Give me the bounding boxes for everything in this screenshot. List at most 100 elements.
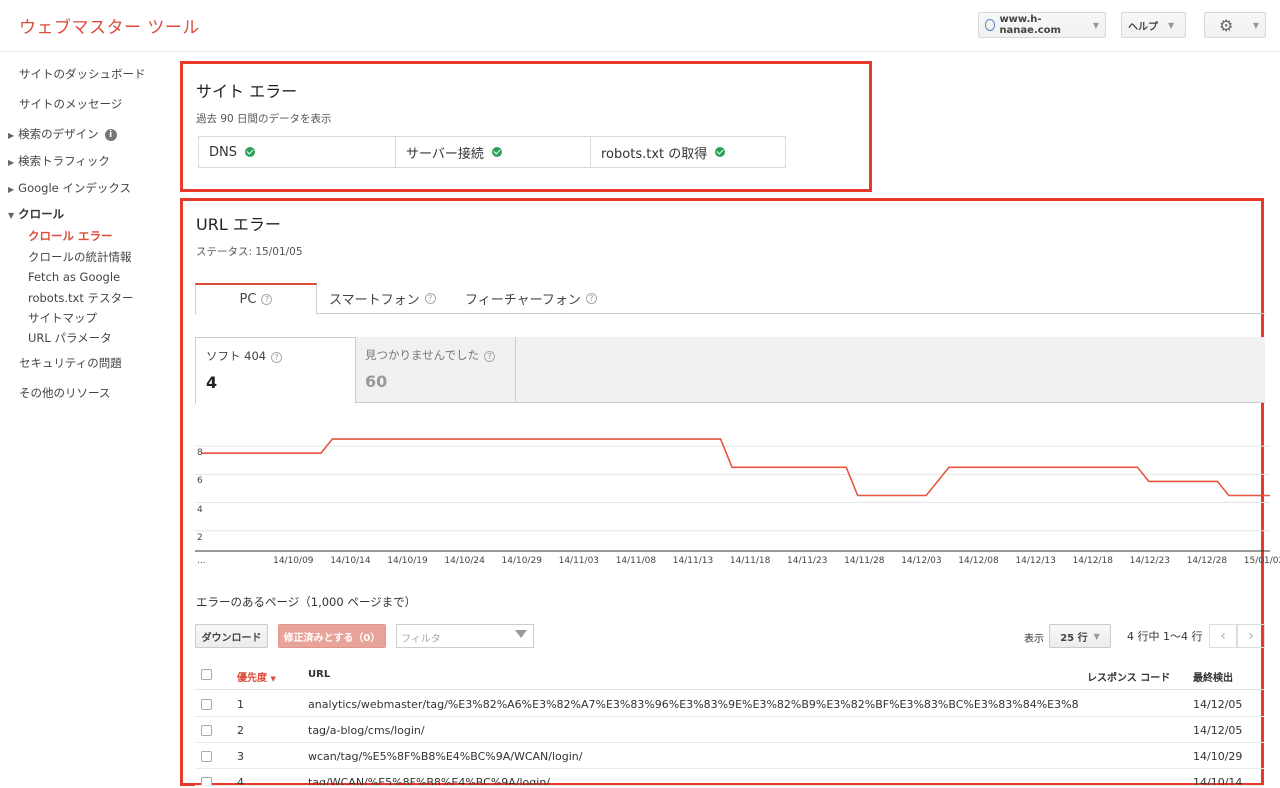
prev-page-button[interactable]: ‹ (1209, 624, 1237, 648)
filter-icon (515, 630, 527, 638)
table-row[interactable]: 1 analytics/webmaster/tag/%E3%82%A6%E3%8… (195, 691, 1265, 717)
row-date: 14/12/05 (1193, 724, 1243, 737)
status-label: robots.txt の取得 (601, 146, 708, 162)
url-errors-status: ステータス: 15/01/05 (196, 246, 303, 258)
top-header: ウェブマスター ツール www.h-nanae.com ▼ ヘルプ ▼ ⚙ ▼ (0, 0, 1280, 52)
help-icon[interactable]: ? (585, 293, 597, 304)
globe-icon (985, 19, 996, 31)
x-tick-label: 14/12/03 (901, 556, 942, 566)
sidebar-item-search-appearance[interactable]: ▶ 検索のデザイン i (8, 126, 117, 142)
row-url[interactable]: tag/WCAN/%E5%8F%B8%E4%BC%9A/login/ (308, 776, 1078, 785)
tab-pc[interactable]: PC? (195, 283, 317, 315)
sidebar-item-url-parameters[interactable]: URL パラメータ (28, 330, 112, 346)
status-dns[interactable]: DNS (199, 137, 396, 167)
chevron-right-icon: › (1248, 628, 1254, 644)
sidebar-item-crawl-stats[interactable]: クロールの統計情報 (28, 249, 132, 265)
tab-feature-phone[interactable]: フィーチャーフォン? (465, 283, 597, 314)
row-date: 14/10/14 (1193, 776, 1243, 786)
row-url[interactable]: tag/a-blog/cms/login/ (308, 724, 1078, 737)
table-row[interactable]: 4 tag/WCAN/%E5%8F%B8%E4%BC%9A/login/ 14/… (195, 769, 1265, 786)
sidebar-item-sitemaps[interactable]: サイトマップ (28, 310, 97, 326)
sidebar-item-label: 検索のデザイン (18, 127, 99, 141)
sidebar-item-search-traffic[interactable]: ▶ 検索トラフィック (8, 153, 110, 169)
sidebar-item-label: Google インデックス (18, 181, 132, 195)
column-response-code[interactable]: レスポンス コード (1087, 669, 1170, 684)
x-tick-label: ... (197, 556, 206, 566)
status-label: サーバー接続 (406, 146, 484, 162)
row-priority: 1 (237, 698, 244, 711)
sidebar-item-google-index[interactable]: ▶ Google インデックス (8, 180, 131, 196)
table-row[interactable]: 2 tag/a-blog/cms/login/ 14/12/05 (195, 717, 1265, 743)
download-button[interactable]: ダウンロード (195, 624, 268, 648)
tab-smartphone[interactable]: スマートフォン? (329, 283, 436, 314)
status-server-connectivity[interactable]: サーバー接続 (396, 137, 591, 167)
column-url[interactable]: URL (308, 669, 330, 680)
chart-svg (195, 438, 1270, 552)
row-url[interactable]: analytics/webmaster/tag/%E3%82%A6%E3%82%… (308, 698, 1078, 711)
row-checkbox[interactable] (201, 777, 212, 785)
row-url[interactable]: wcan/tag/%E5%8F%B8%E4%BC%9A/WCAN/login/ (308, 750, 1078, 763)
help-icon[interactable]: ? (271, 352, 283, 363)
mark-fixed-button[interactable]: 修正済みとする（0） (278, 624, 386, 648)
tab-label: ソフト 404 (206, 349, 267, 363)
show-label: 表示 (1024, 634, 1044, 645)
check-icon (491, 147, 502, 157)
row-date: 14/12/05 (1193, 698, 1243, 711)
tab-label: フィーチャーフォン (465, 293, 581, 308)
sidebar-item-fetch-as-google[interactable]: Fetch as Google (28, 270, 120, 284)
x-tick-label: 14/11/03 (558, 556, 600, 566)
table-row[interactable]: 3 wcan/tag/%E5%8F%B8%E4%BC%9A/WCAN/login… (195, 743, 1265, 769)
sidebar-item-crawl[interactable]: ▼ クロール (8, 206, 64, 222)
settings-button[interactable]: ⚙ ▼ (1204, 12, 1266, 38)
info-icon[interactable]: i (104, 128, 117, 141)
chevron-right-icon: ▶ (8, 185, 15, 194)
x-tick-label: 14/11/18 (729, 556, 771, 566)
y-tick-label: 4 (197, 504, 203, 515)
help-icon[interactable]: ? (261, 294, 273, 305)
site-status-bar: DNS サーバー接続 robots.txt の取得 (198, 136, 786, 168)
rows-per-page-select[interactable]: 25 行 ▼ (1049, 624, 1111, 648)
chevron-down-icon: ▼ (1168, 20, 1175, 30)
sidebar-item-dashboard[interactable]: サイトのダッシュボード (19, 66, 146, 82)
column-last-detected[interactable]: 最終検出 (1193, 669, 1233, 684)
series-line (201, 438, 1270, 497)
row-checkbox[interactable] (201, 751, 212, 762)
status-robots-fetch[interactable]: robots.txt の取得 (591, 137, 785, 167)
sidebar-item-label: 検索トラフィック (18, 154, 110, 168)
chevron-down-icon: ▼ (1093, 631, 1100, 641)
x-tick-label: 14/12/08 (958, 556, 999, 566)
sidebar-item-security[interactable]: セキュリティの問題 (19, 355, 122, 371)
gear-icon: ⚙ (1219, 15, 1234, 35)
site-selector[interactable]: www.h-nanae.com ▼ (978, 12, 1106, 38)
help-button[interactable]: ヘルプ ▼ (1121, 12, 1186, 38)
pager-text: 4 行中 1〜4 行 (1127, 630, 1203, 643)
row-checkbox[interactable] (201, 699, 212, 710)
y-tick-label: 8 (197, 448, 203, 459)
row-checkbox[interactable] (201, 725, 212, 736)
x-tick-label: 14/11/23 (787, 556, 828, 566)
error-count: 4 (206, 373, 218, 392)
site-errors-title: サイト エラー (196, 82, 298, 101)
filter-input[interactable]: フィルタ (396, 624, 534, 648)
row-date: 14/10/29 (1193, 750, 1243, 763)
help-icon[interactable]: ? (484, 351, 496, 362)
x-tick-label: 14/11/13 (672, 556, 714, 566)
tab-soft-404[interactable]: ソフト 404? 4 (195, 337, 356, 404)
next-page-button[interactable]: › (1237, 624, 1265, 648)
sidebar-item-other-resources[interactable]: その他のリソース (19, 385, 110, 401)
sidebar-item-robots-tester[interactable]: robots.txt テスター (28, 290, 133, 306)
chevron-left-icon: ‹ (1220, 628, 1226, 644)
app-title[interactable]: ウェブマスター ツール (19, 13, 200, 38)
chevron-down-icon: ▼ (8, 211, 15, 220)
sidebar-item-crawl-errors[interactable]: クロール エラー (28, 228, 113, 244)
tab-label: 見つかりませんでした (365, 348, 480, 362)
row-priority: 3 (237, 750, 244, 763)
help-icon[interactable]: ? (424, 293, 436, 304)
column-priority[interactable]: 優先度 ▼ (237, 669, 276, 684)
tab-not-found[interactable]: 見つかりませんでした? 60 (355, 337, 516, 403)
sidebar-item-messages[interactable]: サイトのメッセージ (19, 96, 122, 112)
x-tick-label: 14/10/29 (501, 556, 542, 566)
select-all-checkbox[interactable] (201, 669, 212, 680)
check-icon (715, 147, 726, 157)
site-name: www.h-nanae.com (999, 14, 1061, 36)
